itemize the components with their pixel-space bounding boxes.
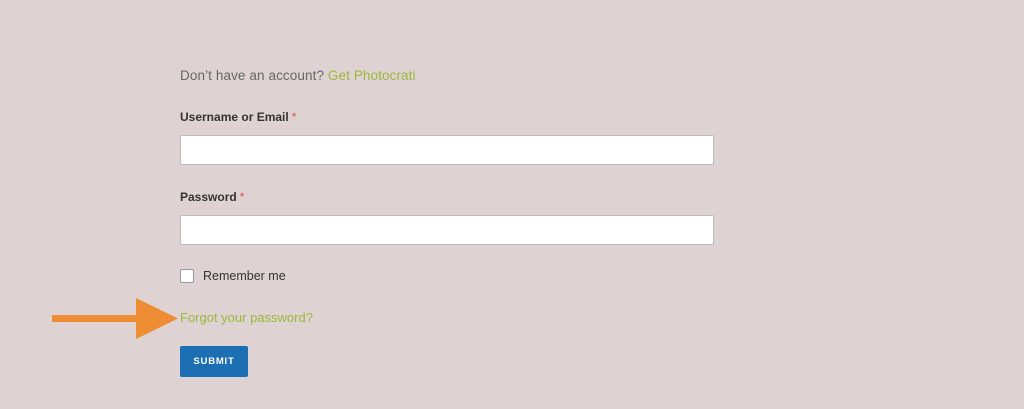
password-input[interactable] xyxy=(180,215,714,245)
username-input[interactable] xyxy=(180,135,714,165)
remember-me-row[interactable]: Remember me xyxy=(180,269,286,283)
username-label: Username or Email * xyxy=(180,110,296,124)
remember-me-label: Remember me xyxy=(203,269,286,283)
username-label-text: Username or Email xyxy=(180,110,289,124)
password-label: Password * xyxy=(180,190,244,204)
forgot-password-link[interactable]: Forgot your password? xyxy=(180,310,313,325)
required-marker: * xyxy=(239,190,245,204)
signup-prompt: Don’t have an account? Get Photocrati xyxy=(180,68,416,83)
submit-button[interactable]: SUBMIT xyxy=(180,346,248,377)
arrow-right-icon xyxy=(52,298,178,339)
signup-prompt-text: Don’t have an account? xyxy=(180,68,325,83)
get-photocrati-link[interactable]: Get Photocrati xyxy=(328,68,416,83)
remember-me-checkbox[interactable] xyxy=(180,269,194,283)
required-marker: * xyxy=(291,110,297,124)
password-label-text: Password xyxy=(180,190,237,204)
